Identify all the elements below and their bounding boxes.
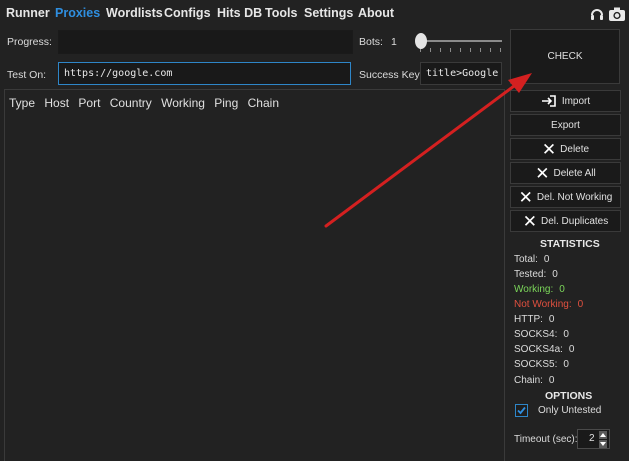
import-label: Import <box>561 95 591 107</box>
slider-tick <box>450 48 451 52</box>
timeout-stepper[interactable]: 2 <box>577 429 610 449</box>
slider-tick <box>460 48 461 52</box>
close-icon: ✕ <box>541 139 557 159</box>
import-button[interactable]: Import <box>510 90 621 112</box>
delete-button[interactable]: ✕ Delete <box>510 138 621 160</box>
column-country[interactable]: Country <box>110 96 152 110</box>
stat-working: Working: 0 <box>514 284 565 295</box>
stat-socks4a: SOCKS4a: 0 <box>514 344 574 355</box>
stat-http-value: 0 <box>548 314 555 325</box>
stat-not-working-value: 0 <box>577 299 584 310</box>
proxy-list-header: Type Host Port Country Working Ping Chai… <box>9 96 285 110</box>
checkmark-icon <box>517 406 526 415</box>
column-working[interactable]: Working <box>161 96 205 110</box>
bots-slider-track[interactable] <box>420 40 502 42</box>
progress-label: Progress: <box>7 36 52 48</box>
slider-tick <box>430 48 431 52</box>
menu-bar: Runner Proxies Wordlists Configs Hits DB… <box>0 0 629 27</box>
stat-tested-label: Tested: <box>514 269 547 280</box>
stat-http: HTTP: 0 <box>514 314 554 325</box>
stat-working-value: 0 <box>559 284 565 295</box>
tab-about[interactable]: About <box>358 6 394 20</box>
success-key-input[interactable]: title>Google <box>420 62 502 85</box>
timeout-label: Timeout (sec): <box>514 434 578 445</box>
slider-tick <box>500 48 501 52</box>
options-title: OPTIONS <box>545 390 593 402</box>
stat-chain: Chain: 0 <box>514 375 554 386</box>
stat-socks4: SOCKS4: 0 <box>514 329 569 340</box>
stat-not-working-label: Not Working: <box>514 299 572 310</box>
slider-tick <box>470 48 471 52</box>
column-chain[interactable]: Chain <box>248 96 279 110</box>
stepper-up-icon[interactable] <box>599 431 607 439</box>
close-icon: ✕ <box>535 163 550 183</box>
only-untested-checkbox[interactable] <box>515 404 528 417</box>
stat-tested-value: 0 <box>552 269 558 280</box>
import-icon <box>541 95 556 107</box>
delete-all-label: Delete All <box>553 167 596 179</box>
stat-tested: Tested: 0 <box>514 269 558 280</box>
delete-all-button[interactable]: ✕ Delete All <box>510 162 621 184</box>
tab-hits-db[interactable]: Hits DB <box>217 6 262 20</box>
tab-wordlists[interactable]: Wordlists <box>106 6 163 20</box>
stat-socks4a-label: SOCKS4a: <box>514 344 563 355</box>
stat-total-label: Total: <box>514 254 538 265</box>
bots-label: Bots: <box>359 36 383 48</box>
column-port[interactable]: Port <box>78 96 100 110</box>
progress-bar <box>58 30 353 54</box>
check-button[interactable]: CHECK <box>510 29 620 84</box>
slider-tick <box>490 48 491 52</box>
export-label: Export <box>551 119 580 131</box>
slider-tick <box>440 48 441 52</box>
timeout-value: 2 <box>589 433 595 444</box>
stat-http-label: HTTP: <box>514 314 543 325</box>
tab-tools[interactable]: Tools <box>265 6 297 20</box>
test-on-input[interactable]: https://google.com <box>58 62 351 85</box>
only-untested-label: Only Untested <box>538 405 602 416</box>
statistics-title: STATISTICS <box>540 238 600 250</box>
stat-socks4-label: SOCKS4: <box>514 329 558 340</box>
bots-slider-handle[interactable] <box>415 33 427 49</box>
bots-value: 1 <box>391 36 397 48</box>
stat-total-value: 0 <box>543 254 550 265</box>
slider-tick <box>480 48 481 52</box>
success-key-label: Success Key: <box>359 69 423 81</box>
stat-chain-value: 0 <box>548 375 555 386</box>
stat-socks5-label: SOCKS5: <box>514 359 558 370</box>
stepper-down-icon[interactable] <box>599 440 607 448</box>
del-not-working-label: Del. Not Working <box>536 191 613 203</box>
camera-icon[interactable] <box>608 6 626 22</box>
del-duplicates-label: Del. Duplicates <box>540 215 609 227</box>
test-on-label: Test On: <box>7 69 47 81</box>
stat-socks5: SOCKS5: 0 <box>514 359 569 370</box>
stat-total: Total: 0 <box>514 254 549 265</box>
tab-configs[interactable]: Configs <box>164 6 211 20</box>
delete-label: Delete <box>560 143 590 155</box>
column-host[interactable]: Host <box>44 96 69 110</box>
stat-chain-label: Chain: <box>514 375 543 386</box>
stat-working-label: Working: <box>514 284 554 295</box>
stat-not-working: Not Working: 0 <box>514 299 583 310</box>
headset-icon[interactable] <box>589 6 605 22</box>
tab-runner[interactable]: Runner <box>6 6 50 20</box>
tab-proxies[interactable]: Proxies <box>55 6 100 20</box>
del-not-working-button[interactable]: ✕ Del. Not Working <box>510 186 621 208</box>
column-type[interactable]: Type <box>9 96 35 110</box>
export-button[interactable]: Export <box>510 114 621 136</box>
stat-socks4-value: 0 <box>563 329 569 340</box>
column-ping[interactable]: Ping <box>214 96 238 110</box>
stat-socks5-value: 0 <box>563 359 569 370</box>
del-duplicates-button[interactable]: ✕ Del. Duplicates <box>510 210 621 232</box>
tab-settings[interactable]: Settings <box>304 6 353 20</box>
proxy-list[interactable]: Type Host Port Country Working Ping Chai… <box>4 89 505 461</box>
close-icon: ✕ <box>518 187 533 207</box>
close-icon: ✕ <box>522 211 537 231</box>
stat-socks4a-value: 0 <box>568 344 575 355</box>
